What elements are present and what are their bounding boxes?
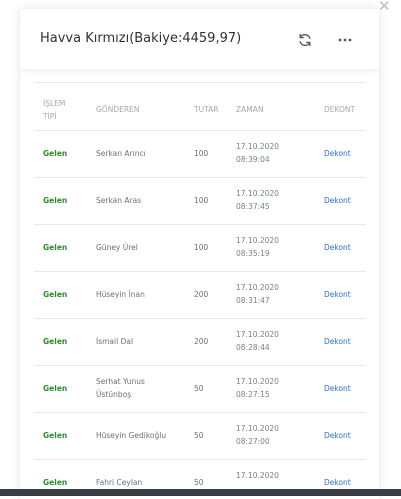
refresh-icon[interactable]	[297, 32, 313, 48]
receipt-link[interactable]: Dekont	[324, 382, 351, 395]
receipt-link[interactable]: Dekont	[324, 476, 351, 489]
date-text: 17.10.2020	[236, 236, 279, 245]
time-cell: 17.10.2020 08:31:47	[236, 281, 279, 307]
table-header: İŞLEM TİPİ GÖNDEREN TUTAR ZAMAN DEKONT	[34, 83, 366, 131]
time-cell: 17.10.2020 08:35:19	[236, 234, 279, 260]
time-text: 08:27:15	[236, 390, 270, 399]
sender-cell: Serkan Aras	[96, 194, 141, 207]
type-cell: Gelen	[43, 384, 68, 393]
amount-cell: 100	[194, 149, 209, 158]
close-icon[interactable]: ✕	[378, 0, 391, 14]
sender-cell: Serkan Arıncı	[96, 147, 146, 160]
date-text: 17.10.2020	[236, 189, 279, 198]
type-cell: Gelen	[43, 243, 68, 252]
column-type: İŞLEM TİPİ	[43, 97, 65, 123]
table-row: Gelen Güney Ürel 100 17.10.2020 08:35:19…	[34, 225, 366, 272]
time-cell: 17.10.2020 08:37:45	[236, 187, 279, 213]
amount-cell: 100	[194, 243, 209, 252]
amount-cell: 50	[194, 431, 204, 440]
type-cell: Gelen	[43, 431, 68, 440]
sender-name: Serhat Yunus	[96, 377, 145, 386]
time-text: 08:27:00	[236, 437, 270, 446]
type-cell: Gelen	[43, 290, 68, 299]
amount-cell: 50	[194, 478, 204, 487]
column-type-line1: İŞLEM	[43, 99, 66, 108]
column-time: ZAMAN	[236, 105, 264, 114]
time-cell: 17.10.2020 08:27:15	[236, 375, 279, 401]
sender-cell: İsmail Dal	[96, 335, 133, 348]
amount-cell: 200	[194, 290, 209, 299]
table-row: Gelen Serkan Arıncı 100 17.10.2020 08:39…	[34, 131, 366, 178]
time-text: 08:37:45	[236, 202, 270, 211]
receipt-link[interactable]: Dekont	[324, 194, 351, 207]
sender-name: Serkan Aras	[96, 196, 142, 205]
modal-header: Havva Kırmızı(Bakiye:4459,97)	[20, 9, 379, 69]
type-cell: Gelen	[43, 196, 68, 205]
table-row: Gelen Serhat Yunus Üstünboş 50 17.10.202…	[34, 366, 366, 413]
table-row: Gelen Serkan Aras 100 17.10.2020 08:37:4…	[34, 178, 366, 225]
date-text: 17.10.2020	[236, 283, 279, 292]
receipt-link[interactable]: Dekont	[324, 335, 351, 348]
time-cell: 17.10.2020 08:28:44	[236, 328, 279, 354]
amount-cell: 100	[194, 196, 209, 205]
type-cell: Gelen	[43, 149, 68, 158]
table-row: Gelen İsmail Dal 200 17.10.2020 08:28:44…	[34, 319, 366, 366]
table-row: Gelen Hüseyin Gedikoğlu 50 17.10.2020 08…	[34, 413, 366, 460]
receipt-link[interactable]: Dekont	[324, 241, 351, 254]
date-text: 17.10.2020	[236, 330, 279, 339]
transactions-table: İŞLEM TİPİ GÖNDEREN TUTAR ZAMAN DEKONT G…	[34, 82, 366, 499]
time-cell: 17.10.2020	[236, 469, 279, 482]
column-sender: GÖNDEREN	[96, 105, 140, 114]
sender-name: Fahri Ceylan	[96, 478, 143, 487]
date-text: 17.10.2020	[236, 377, 279, 386]
sender-cell: Hüseyin Gedikoğlu	[96, 429, 166, 442]
receipt-link[interactable]: Dekont	[324, 147, 351, 160]
sender-name: Serkan Arıncı	[96, 149, 146, 158]
table-row: Gelen Hüseyin İnan 200 17.10.2020 08:31:…	[34, 272, 366, 319]
sender-name: Güney Ürel	[96, 243, 138, 252]
column-amount: TUTAR	[194, 105, 219, 114]
receipt-link[interactable]: Dekont	[324, 288, 351, 301]
column-type-line2: TİPİ	[43, 112, 57, 121]
time-text: 08:35:19	[236, 249, 270, 258]
sender-name-line2: Üstünboş	[96, 390, 132, 399]
sender-name: Hüseyin Gedikoğlu	[96, 431, 167, 440]
sender-cell: Serhat Yunus Üstünboş	[96, 375, 145, 401]
time-text: 08:28:44	[236, 343, 270, 352]
date-text: 17.10.2020	[236, 142, 279, 151]
date-text: 17.10.2020	[236, 424, 279, 433]
receipt-link[interactable]: Dekont	[324, 429, 351, 442]
type-cell: Gelen	[43, 337, 68, 346]
column-receipt: DEKONT	[324, 105, 356, 114]
more-horizontal-icon[interactable]	[337, 32, 353, 48]
modal-title: Havva Kırmızı(Bakiye:4459,97)	[40, 31, 242, 46]
sender-name: İsmail Dal	[96, 337, 134, 346]
sender-cell: Güney Ürel	[96, 241, 138, 254]
time-cell: 17.10.2020 08:27:00	[236, 422, 279, 448]
bottom-bar	[0, 489, 401, 496]
type-cell: Gelen	[43, 478, 68, 487]
amount-cell: 50	[194, 384, 204, 393]
time-text: 08:39:04	[236, 155, 270, 164]
transactions-modal: Havva Kırmızı(Bakiye:4459,97) İŞLEM TİPİ…	[20, 9, 379, 499]
sender-cell: Hüseyin İnan	[96, 288, 145, 301]
sender-name: Hüseyin İnan	[96, 290, 145, 299]
time-text: 08:31:47	[236, 296, 270, 305]
sender-cell: Fahri Ceylan	[96, 476, 142, 489]
date-text: 17.10.2020	[236, 471, 279, 480]
time-cell: 17.10.2020 08:39:04	[236, 140, 279, 166]
amount-cell: 200	[194, 337, 209, 346]
